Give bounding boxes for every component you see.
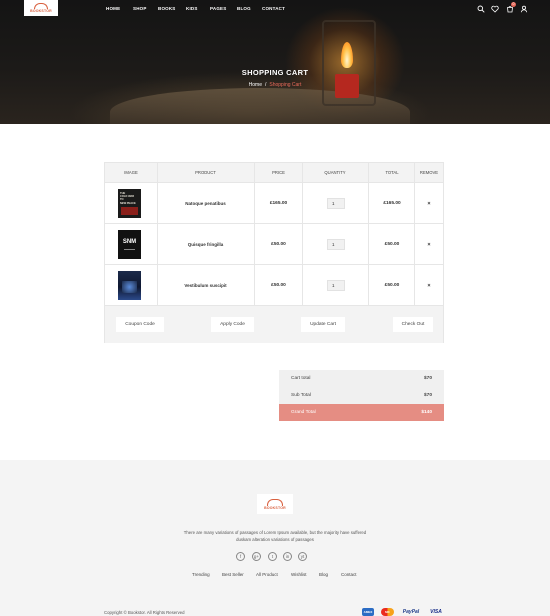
book-cover-image[interactable]: SNM: [118, 230, 141, 259]
cover-art: [122, 281, 137, 293]
copyright: Copyright © Bookstor. All Rights Reserve…: [104, 610, 185, 615]
footer-description: There are many variations of passages of…: [183, 530, 367, 542]
sub-total-value: $70: [423, 393, 432, 398]
cart-totals: Cart total $70 Sub Total $70 Grand Total…: [279, 370, 444, 422]
table-header: IMAGE PRODUCT PRICE QUANTITY TOTAL REMOV…: [105, 163, 443, 183]
twitter-icon[interactable]: t: [268, 552, 277, 561]
cover-art: [121, 207, 138, 215]
cart-actions: Coupon Code Apply Code Update Cart Check…: [105, 306, 443, 343]
facebook-icon[interactable]: f: [236, 552, 245, 561]
youtube-icon[interactable]: yt: [298, 552, 307, 561]
remove-icon[interactable]: ×: [415, 242, 443, 248]
paypal-icon: PayPal: [402, 609, 420, 615]
nav-pages[interactable]: PAGES: [210, 6, 226, 11]
cover-text: THE COLD WAR TO NEW PEACE: [120, 192, 136, 205]
cart-total-label: Cart total: [291, 376, 311, 381]
quantity-input[interactable]: 1: [327, 198, 345, 209]
grand-total-value: $140: [421, 410, 432, 415]
site-logo[interactable]: BOOKSTOR: [24, 0, 58, 16]
visa-icon: VISA: [430, 609, 442, 615]
col-total: TOTAL: [385, 170, 399, 175]
sub-total-label: Sub Total: [291, 393, 311, 398]
footer-link-best-seller[interactable]: Best Seller: [222, 572, 244, 577]
product-price: £165.00: [269, 201, 288, 206]
cart-icon[interactable]: 0: [506, 2, 516, 13]
hero-banner: BOOKSTOR HOME SHOP BOOKS KIDS PAGES BLOG…: [0, 0, 550, 124]
cart-count-badge: 0: [511, 2, 516, 7]
coupon-code-input[interactable]: Coupon Code: [116, 317, 164, 332]
logo-text: BOOKSTOR: [264, 505, 286, 510]
footer-link-wishlist[interactable]: Wishlist: [291, 572, 307, 577]
nav-shop[interactable]: SHOP: [133, 6, 147, 11]
footer-link-trending[interactable]: Trending: [192, 572, 210, 577]
table-row: THE COLD WAR TO NEW PEACE Natoque penati…: [105, 183, 443, 224]
breadcrumb: Home / Shopping Cart: [0, 82, 550, 88]
footer-link-all-product[interactable]: All Product: [256, 572, 278, 577]
remove-icon[interactable]: ×: [415, 283, 443, 289]
breadcrumb-home[interactable]: Home: [249, 82, 262, 88]
table-row: SNM Quisque fringilla £50.00 1 £50.00 ×: [105, 224, 443, 265]
cart-table: IMAGE PRODUCT PRICE QUANTITY TOTAL REMOV…: [104, 162, 444, 343]
product-name[interactable]: Natoque penatibus: [157, 201, 254, 206]
linkedin-icon[interactable]: in: [283, 552, 292, 561]
breadcrumb-separator: /: [264, 82, 267, 88]
remove-icon[interactable]: ×: [415, 201, 443, 207]
page-title: SHOPPING CART: [241, 68, 309, 77]
col-image: IMAGE: [124, 170, 138, 175]
book-logo-icon: [267, 498, 283, 506]
col-quantity: QUANTITY: [324, 170, 346, 175]
grand-total-label: Grand Total: [291, 410, 316, 415]
row-total: £165.00: [383, 201, 401, 206]
grand-total-row: Grand Total $140: [279, 404, 444, 421]
book-cover-image[interactable]: [118, 271, 141, 300]
site-footer: BOOKSTOR There are many variations of pa…: [0, 460, 550, 616]
product-price: £50.00: [271, 283, 286, 288]
amex-icon: AMEX: [362, 608, 374, 616]
footer-link-contact[interactable]: Contact: [341, 572, 357, 577]
footer-bottom-bar: [0, 604, 550, 616]
sub-total-row: Sub Total $70: [279, 387, 444, 404]
footer-link-blog[interactable]: Blog: [319, 572, 328, 577]
search-icon[interactable]: [477, 5, 485, 13]
apply-code-button[interactable]: Apply Code: [211, 317, 254, 332]
product-name[interactable]: Quisque fringilla: [157, 242, 254, 247]
heart-icon[interactable]: [491, 5, 499, 13]
breadcrumb-current: Shopping Cart: [269, 82, 302, 88]
nav-kids[interactable]: KIDS: [186, 6, 198, 11]
col-price: PRICE: [272, 170, 285, 175]
col-remove: REMOVE: [419, 170, 439, 175]
nav-contact[interactable]: CONTACT: [262, 6, 285, 11]
cover-text: SNM: [122, 239, 137, 245]
google-plus-icon[interactable]: g+: [252, 552, 261, 561]
table-row: Vestibulum suscipit £50.00 1 £50.00 ×: [105, 265, 443, 306]
product-name[interactable]: Vestibulum suscipit: [157, 283, 254, 288]
nav-home[interactable]: HOME: [106, 6, 120, 11]
footer-logo[interactable]: BOOKSTOR: [257, 494, 293, 514]
checkout-button[interactable]: Check Out: [393, 317, 433, 332]
user-icon[interactable]: [520, 5, 528, 13]
col-product: PRODUCT: [195, 170, 216, 175]
update-cart-button[interactable]: Update Cart: [301, 317, 345, 332]
cover-art: [124, 249, 135, 250]
logo-text: BOOKSTOR: [30, 9, 52, 13]
book-cover-image[interactable]: THE COLD WAR TO NEW PEACE: [118, 189, 141, 218]
row-total: £50.00: [384, 283, 400, 288]
quantity-input[interactable]: 1: [327, 239, 345, 250]
quantity-input[interactable]: 1: [327, 280, 345, 291]
cart-total-value: $70: [423, 376, 432, 381]
cart-total-row: Cart total $70: [279, 370, 444, 387]
nav-blog[interactable]: BLOG: [237, 6, 251, 11]
mastercard-icon: MC: [381, 608, 394, 616]
nav-books[interactable]: BOOKS: [158, 6, 176, 11]
row-total: £50.00: [384, 242, 400, 247]
product-price: £50.00: [271, 242, 286, 247]
